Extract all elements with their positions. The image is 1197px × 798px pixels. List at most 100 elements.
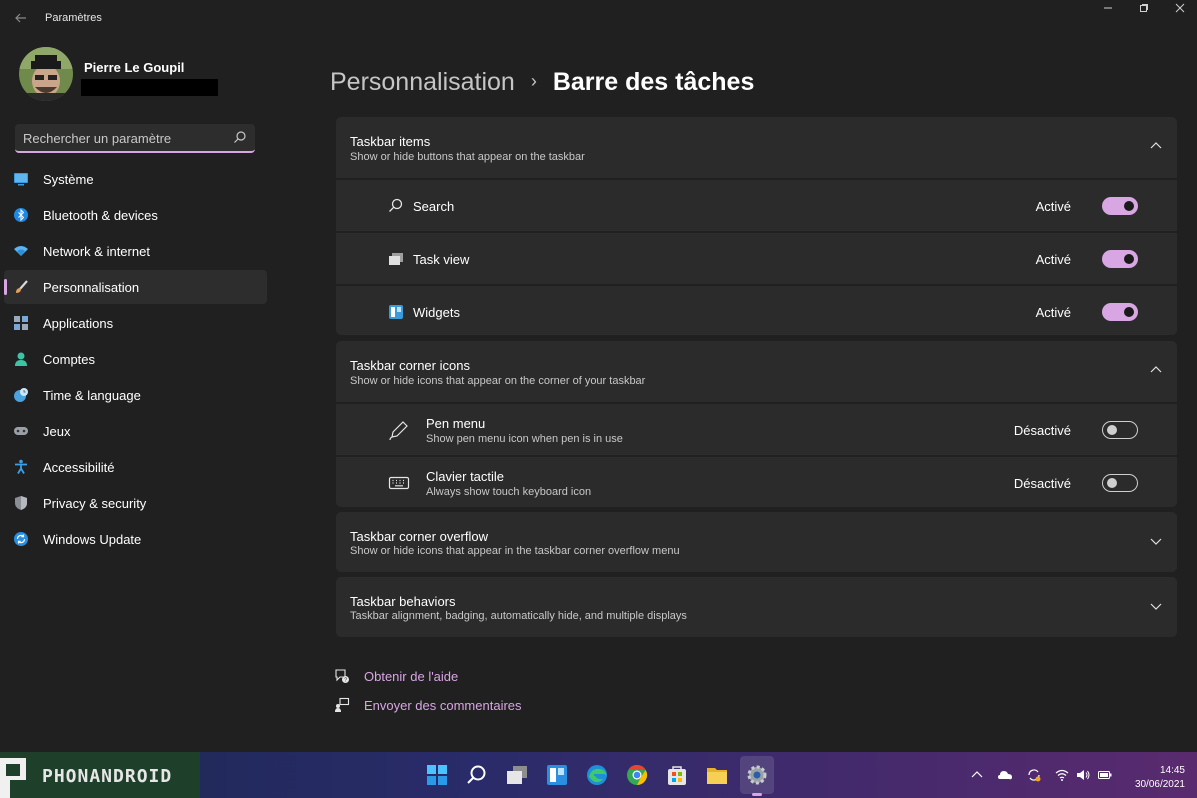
brand-watermark: PHONANDROID <box>0 752 200 798</box>
setting-row-widgets: Widgets Activé <box>336 284 1177 337</box>
taskbar-behaviors-card[interactable]: Taskbar behaviors Taskbar alignment, bad… <box>336 577 1177 637</box>
onedrive-icon[interactable] <box>998 768 1012 782</box>
sidebar-item-systeme[interactable]: Système <box>4 162 267 196</box>
toggle-state-text: Activé <box>1035 252 1071 267</box>
avatar[interactable] <box>19 47 73 101</box>
search-icon[interactable] <box>233 130 247 144</box>
keyboard-icon <box>388 476 410 490</box>
sidebar-item-network[interactable]: Network & internet <box>4 234 267 268</box>
clock-date: 30/06/2021 <box>1134 779 1185 790</box>
file-explorer-icon[interactable] <box>704 762 730 788</box>
sync-icon[interactable] <box>1027 768 1041 782</box>
restore-button[interactable] <box>1131 3 1157 17</box>
sidebar-nav: Système Bluetooth & devices Network & in… <box>4 162 267 558</box>
send-feedback-label: Envoyer des commentaires <box>364 698 522 713</box>
wifi-icon[interactable] <box>1055 768 1069 782</box>
monitor-icon <box>14 173 28 186</box>
card-title: Taskbar corner overflow <box>350 529 488 544</box>
chevron-down-icon[interactable] <box>1149 599 1163 613</box>
sidebar-item-applications[interactable]: Applications <box>4 306 267 340</box>
touch-keyboard-toggle[interactable] <box>1102 474 1138 492</box>
toggle-state-text: Désactivé <box>1013 476 1071 491</box>
page-title: Barre des tâches <box>552 68 755 96</box>
person-icon <box>15 352 27 366</box>
sidebar-item-label: Privacy & security <box>43 496 147 511</box>
svg-text:?: ? <box>344 678 347 684</box>
chevron-down-icon[interactable] <box>1149 534 1163 548</box>
task-view-toggle[interactable] <box>1102 250 1138 268</box>
sidebar-item-label: Time & language <box>43 388 141 403</box>
setting-label: Widgets <box>413 305 460 320</box>
breadcrumb-separator: › <box>530 71 537 91</box>
settings-icon[interactable] <box>744 762 770 788</box>
breadcrumb-parent[interactable]: Personnalisation <box>330 68 515 96</box>
widgets-toggle[interactable] <box>1102 303 1138 321</box>
wifi-icon <box>14 246 28 256</box>
accessibility-icon <box>15 459 27 474</box>
gamepad-icon <box>14 427 28 435</box>
sidebar-item-privacy[interactable]: Privacy & security <box>4 486 267 520</box>
sidebar-item-label: Bluetooth & devices <box>43 208 158 223</box>
toggle-state-text: Désactivé <box>1013 423 1071 438</box>
card-subtitle: Show or hide buttons that appear on the … <box>350 151 585 163</box>
globe-clock-icon <box>14 388 28 402</box>
sidebar-item-label: Windows Update <box>43 532 142 547</box>
sidebar-item-personnalisation[interactable]: Personnalisation <box>4 270 267 304</box>
card-subtitle: Show or hide icons that appear in the ta… <box>350 545 680 557</box>
search-box[interactable] <box>15 124 255 153</box>
feedback-icon <box>335 697 350 712</box>
sidebar-item-label: Comptes <box>43 352 96 367</box>
brand-text: PHONANDROID <box>42 766 173 787</box>
search-input[interactable] <box>23 129 223 147</box>
back-button[interactable] <box>10 8 32 28</box>
card-title: Taskbar items <box>350 134 431 149</box>
chrome-icon[interactable] <box>624 762 650 788</box>
pen-menu-toggle[interactable] <box>1102 421 1138 439</box>
chevron-up-icon[interactable] <box>1149 363 1163 377</box>
brush-icon <box>16 280 28 293</box>
sidebar-item-windows-update[interactable]: Windows Update <box>4 522 267 556</box>
restore-icon <box>1140 4 1148 12</box>
clock-time: 14:45 <box>1159 765 1185 776</box>
taskbar-items-card: Taskbar items Show or hide buttons that … <box>336 117 1177 335</box>
toggle-state-text: Activé <box>1035 199 1071 214</box>
store-icon[interactable] <box>664 762 690 788</box>
setting-row-touch-keyboard: Clavier tactile Always show touch keyboa… <box>336 455 1177 508</box>
chevron-up-icon[interactable] <box>970 768 984 782</box>
back-arrow-icon <box>15 13 26 23</box>
sidebar-item-label: Personnalisation <box>43 280 140 295</box>
search-icon <box>389 198 403 212</box>
taskbar-items-header[interactable]: Taskbar items Show or hide buttons that … <box>336 117 1177 178</box>
sidebar-item-label: Jeux <box>43 424 71 439</box>
start-icon[interactable] <box>424 762 450 788</box>
task-view-icon[interactable] <box>504 762 530 788</box>
setting-label: Task view <box>413 252 470 267</box>
sidebar-item-jeux[interactable]: Jeux <box>4 414 267 448</box>
sidebar-item-bluetooth[interactable]: Bluetooth & devices <box>4 198 267 232</box>
close-button[interactable] <box>1167 3 1193 17</box>
setting-row-task-view: Task view Activé <box>336 231 1177 284</box>
minimize-button[interactable] <box>1095 3 1121 17</box>
system-clock[interactable]: 14:45 30/06/2021 <box>1135 764 1185 792</box>
taskbar: PHONANDROID 14:45 30/06/2021 <box>0 752 1197 798</box>
pen-icon <box>389 421 408 441</box>
volume-icon[interactable] <box>1076 768 1090 782</box>
app-title: Paramètres <box>45 12 102 24</box>
search-toggle[interactable] <box>1102 197 1138 215</box>
widgets-icon <box>389 305 403 319</box>
sidebar-item-accessibilite[interactable]: Accessibilité <box>4 450 267 484</box>
chevron-up-icon[interactable] <box>1149 139 1163 153</box>
redacted-email <box>81 79 218 96</box>
widgets-icon[interactable] <box>544 762 570 788</box>
sidebar-item-comptes[interactable]: Comptes <box>4 342 267 376</box>
taskbar-corner-overflow-card[interactable]: Taskbar corner overflow Show or hide ico… <box>336 512 1177 572</box>
edge-icon[interactable] <box>584 762 610 788</box>
battery-icon[interactable] <box>1098 768 1112 782</box>
sidebar-item-label: Applications <box>43 316 114 331</box>
taskbar-corner-icons-header[interactable]: Taskbar corner icons Show or hide icons … <box>336 341 1177 402</box>
sidebar-item-time-language[interactable]: Time & language <box>4 378 267 412</box>
setting-description: Show pen menu icon when pen is in use <box>426 433 623 445</box>
task-view-icon <box>389 253 403 265</box>
search-icon[interactable] <box>464 762 490 788</box>
close-icon <box>1175 3 1185 13</box>
